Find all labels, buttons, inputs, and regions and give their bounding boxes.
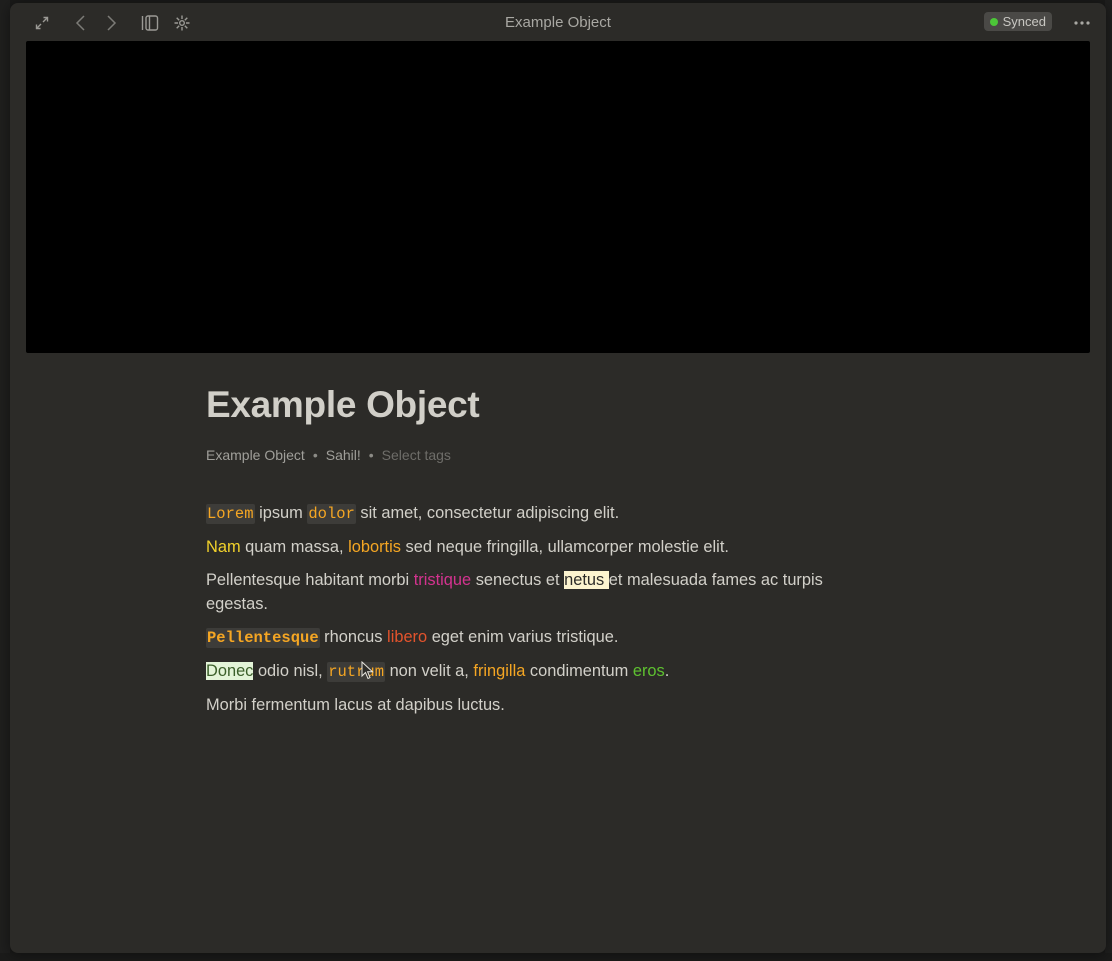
inline-code: rutrum xyxy=(327,662,386,683)
highlighted-text: Donec xyxy=(206,662,254,681)
text-span: sed neque fringilla, ullamcorper molesti… xyxy=(400,538,729,557)
text-span: non velit a, xyxy=(385,662,474,681)
text-span: Pellentesque habitant morbi xyxy=(206,571,414,590)
colored-text: eros xyxy=(632,662,665,681)
paragraph[interactable]: Nam quam massa, lobortis sed neque fring… xyxy=(206,535,886,559)
sync-status-label: Synced xyxy=(1002,14,1046,29)
paragraph[interactable]: Donec odio nisl, rutrum non velit a, fri… xyxy=(206,659,886,684)
meta-separator: • xyxy=(312,447,318,464)
text-span: eget enim varius tristique. xyxy=(427,628,619,647)
text-span: odio nisl, xyxy=(253,662,328,681)
text-span: . xyxy=(664,662,670,681)
inline-code: dolor xyxy=(307,504,356,525)
background-app-right-edge xyxy=(1105,0,1112,961)
page-title[interactable]: Example Object xyxy=(206,383,886,427)
background-app-bottom-edge xyxy=(0,953,1112,961)
document-body[interactable]: Lorem ipsum dolor sit amet, consectetur … xyxy=(206,501,886,717)
title-bar: Example Object Synced xyxy=(10,3,1106,41)
document-content: Example Object Example Object • Sahil! •… xyxy=(206,383,886,726)
text-span: rhoncus xyxy=(319,628,388,647)
colored-text: libero xyxy=(387,628,428,647)
colored-text: fringilla xyxy=(473,662,526,681)
inline-code: Lorem xyxy=(206,504,255,525)
paragraph[interactable]: Pellentesque rhoncus libero eget enim va… xyxy=(206,625,886,650)
text-span: condimentum xyxy=(525,662,633,681)
object-type-link[interactable]: Example Object xyxy=(206,447,305,463)
text-span: sit amet, consectetur adipiscing elit. xyxy=(355,504,620,523)
object-window: Example Object Synced Example Object Exa… xyxy=(10,3,1106,953)
highlighted-text: netus xyxy=(564,571,609,590)
background-app-left-edge xyxy=(0,0,10,961)
cover-image[interactable] xyxy=(26,41,1090,353)
colored-text: Nam xyxy=(206,538,241,557)
text-span: Morbi fermentum lacus at dapibus luctus. xyxy=(206,696,505,715)
more-icon[interactable] xyxy=(1070,11,1094,35)
window-title: Example Object xyxy=(505,14,611,31)
inline-code-bold: Pellentesque xyxy=(206,628,320,649)
colored-text: tristique xyxy=(413,571,472,590)
colored-text: lobortis xyxy=(348,538,401,557)
select-tags-input[interactable]: Select tags xyxy=(382,447,451,463)
text-span: quam massa, xyxy=(240,538,349,557)
paragraph[interactable]: Pellentesque habitant morbi tristique se… xyxy=(206,568,886,616)
sync-status-badge[interactable]: Synced xyxy=(983,12,1052,31)
meta-separator: • xyxy=(368,447,374,464)
paragraph[interactable]: Morbi fermentum lacus at dapibus luctus. xyxy=(206,693,886,717)
text-span: senectus et xyxy=(471,571,565,590)
paragraph[interactable]: Lorem ipsum dolor sit amet, consectetur … xyxy=(206,501,886,526)
document-meta: Example Object • Sahil! • Select tags xyxy=(206,447,886,463)
author-link[interactable]: Sahil! xyxy=(326,447,361,463)
sync-status-dot-icon xyxy=(989,17,998,26)
text-span: ipsum xyxy=(254,504,308,523)
